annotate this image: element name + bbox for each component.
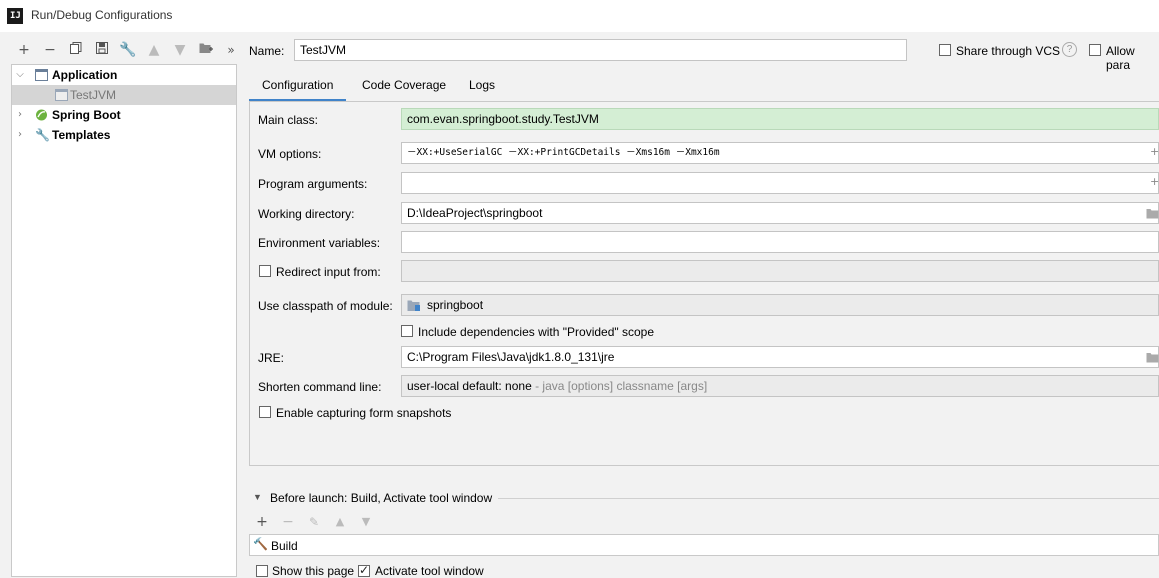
classpath-module-label: Use classpath of module:	[258, 299, 393, 313]
title-bar: IJ Run/Debug Configurations	[0, 0, 1159, 32]
more-icon[interactable]: »	[222, 41, 240, 59]
module-folder-icon	[407, 300, 420, 311]
show-page-label: Show this page	[272, 564, 355, 578]
include-provided-checkbox[interactable]	[401, 325, 413, 337]
window-title: Run/Debug Configurations	[31, 8, 173, 22]
share-vcs-checkbox[interactable]	[939, 44, 951, 56]
tree-item-application[interactable]: ⌵ Application	[12, 65, 236, 85]
vm-options-label: VM options:	[258, 147, 322, 161]
build-hammer-icon: 🔨	[253, 537, 268, 551]
chevron-right-icon[interactable]: ›	[14, 105, 26, 125]
classpath-module-select[interactable]: springboot	[401, 294, 1159, 316]
tree-item-templates[interactable]: › 🔧 Templates	[12, 125, 236, 145]
remove-icon[interactable]: −	[279, 513, 297, 531]
chevron-down-icon[interactable]: ⌵	[14, 65, 26, 85]
jre-label: JRE:	[258, 351, 285, 365]
copy-icon[interactable]	[67, 41, 85, 59]
build-item-label: Build	[271, 539, 298, 553]
tab-configuration[interactable]: Configuration	[249, 72, 347, 102]
program-arguments-field[interactable]	[401, 172, 1159, 194]
move-up-icon[interactable]: ▲	[331, 513, 349, 531]
save-icon[interactable]	[93, 41, 111, 59]
redirect-input-field	[401, 260, 1159, 282]
shorten-value: user-local default: none	[407, 379, 532, 393]
collapse-triangle-icon[interactable]: ▼	[253, 492, 262, 502]
environment-variables-label: Environment variables:	[258, 236, 381, 250]
redirect-input-checkbox[interactable]	[259, 265, 271, 277]
tree-item-spring-boot[interactable]: › Spring Boot	[12, 105, 236, 125]
environment-variables-field[interactable]	[401, 231, 1159, 253]
tree-item-label: Spring Boot	[52, 108, 121, 122]
redirect-input-label: Redirect input from:	[276, 265, 381, 279]
working-directory-label: Working directory:	[258, 207, 355, 221]
edit-icon[interactable]: ✎	[305, 513, 323, 531]
allow-parallel-checkbox[interactable]	[1089, 44, 1101, 56]
expand-icon[interactable]: +	[1150, 145, 1159, 158]
spring-boot-icon	[36, 109, 47, 121]
before-launch-title: Before launch: Build, Activate tool wind…	[270, 491, 493, 505]
vm-options-field[interactable]: －XX:+UseSerialGC －XX:+PrintGCDetails －Xm…	[401, 142, 1159, 164]
shorten-hint: - java [options] classname [args]	[531, 379, 708, 393]
main-class-field[interactable]: com.evan.springboot.study.TestJVM	[401, 108, 1159, 130]
intellij-app-icon: IJ	[7, 8, 23, 24]
name-label: Name:	[249, 44, 285, 58]
expand-icon[interactable]: +	[1150, 175, 1159, 188]
separator	[498, 498, 1159, 499]
activate-tool-window-checkbox[interactable]	[358, 563, 370, 577]
tree-item-label: Templates	[52, 128, 111, 142]
show-page-checkbox[interactable]	[256, 565, 268, 577]
wrench-icon[interactable]: 🔧	[119, 41, 137, 59]
shorten-command-label: Shorten command line:	[258, 380, 382, 394]
chevron-right-icon[interactable]: ›	[14, 125, 26, 145]
move-down-icon[interactable]: ▼	[357, 513, 375, 531]
tree-item-testjvm[interactable]: TestJVM	[12, 85, 236, 105]
folder-add-icon[interactable]	[197, 41, 215, 59]
folder-icon[interactable]	[1146, 352, 1159, 363]
move-up-icon[interactable]: ▲	[145, 41, 163, 59]
include-provided-label: Include dependencies with "Provided" sco…	[418, 325, 655, 339]
application-config-icon	[55, 89, 68, 101]
tab-code-coverage[interactable]: Code Coverage	[349, 72, 459, 102]
add-icon[interactable]: +	[253, 513, 271, 531]
tree-item-label: Application	[52, 68, 118, 82]
name-field[interactable]: TestJVM	[294, 39, 907, 61]
shorten-command-select[interactable]: user-local default: none - java [options…	[401, 375, 1159, 397]
remove-icon[interactable]: −	[41, 41, 59, 59]
wrench-icon: 🔧	[35, 128, 50, 142]
before-launch-list[interactable]: 🔨 Build	[249, 534, 1159, 556]
move-down-icon[interactable]: ▼	[171, 41, 189, 59]
configuration-tree[interactable]: ⌵ Application TestJVM › Spring Boot › 🔧 …	[11, 64, 237, 577]
folder-icon[interactable]	[1146, 208, 1159, 219]
jre-field[interactable]: C:\Program Files\Java\jdk1.8.0_131\jre	[401, 346, 1159, 368]
program-arguments-label: Program arguments:	[258, 177, 368, 191]
main-class-label: Main class:	[258, 113, 319, 127]
add-icon[interactable]: +	[15, 41, 33, 59]
capture-snapshots-label: Enable capturing form snapshots	[276, 406, 452, 420]
capture-snapshots-checkbox[interactable]	[259, 406, 271, 418]
working-directory-field[interactable]: D:\IdeaProject\springboot	[401, 202, 1159, 224]
activate-tool-window-label: Activate tool window	[375, 564, 484, 578]
share-vcs-label: Share through VCS	[956, 44, 1061, 58]
tree-item-label: TestJVM	[70, 88, 117, 102]
tab-logs[interactable]: Logs	[456, 72, 508, 102]
help-icon[interactable]: ?	[1062, 42, 1077, 57]
allow-parallel-label: Allow para	[1106, 44, 1135, 72]
application-icon	[35, 69, 48, 81]
